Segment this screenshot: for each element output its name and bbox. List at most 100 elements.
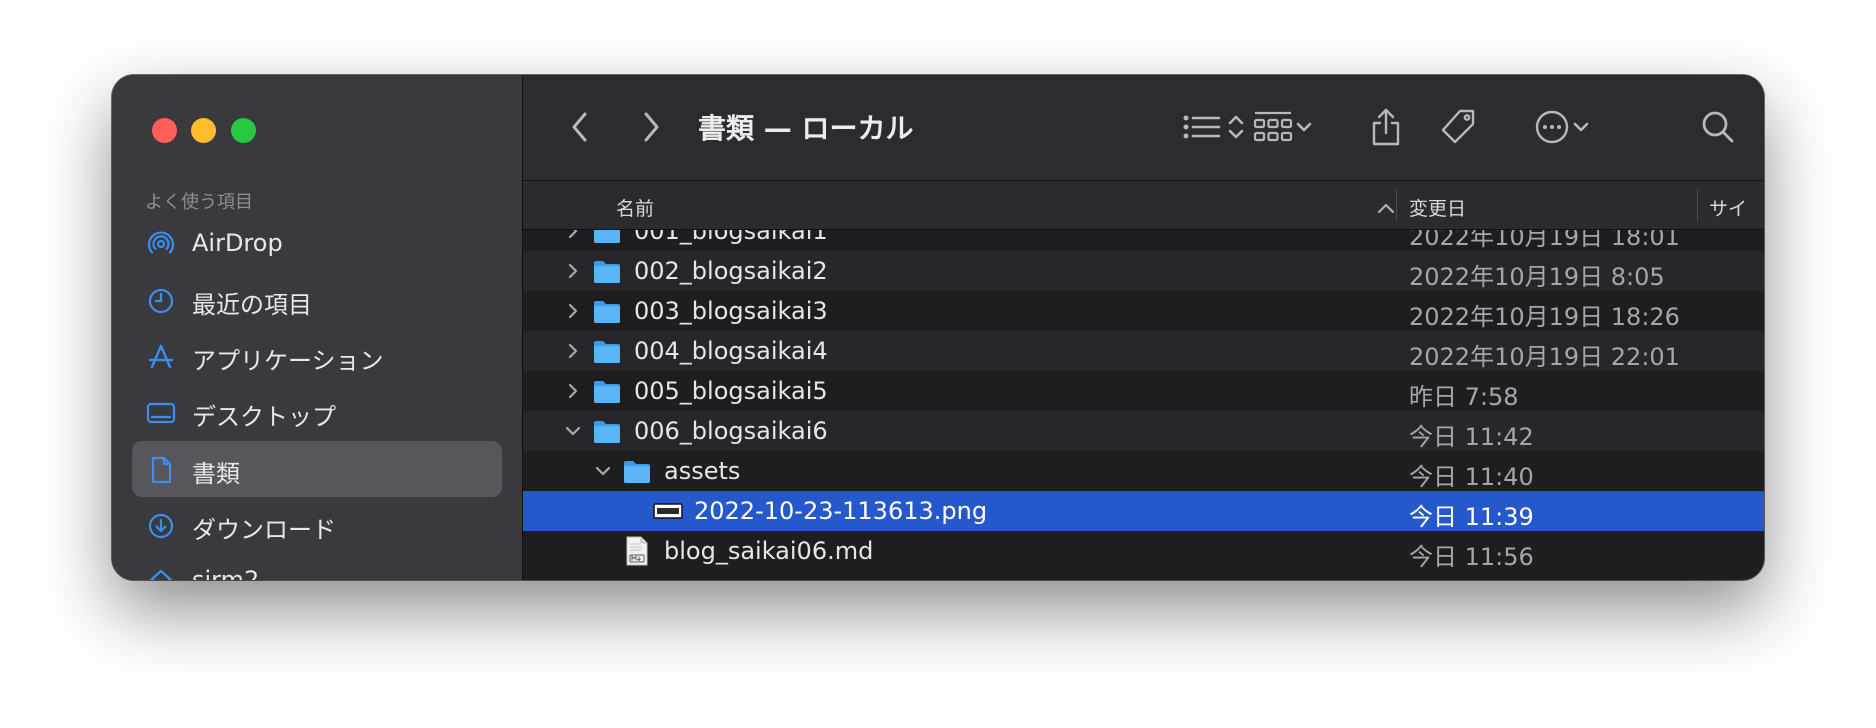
column-name-header[interactable]: 名前 [616,194,654,221]
sidebar-item-label: ダウンロード [192,516,336,544]
column-modified-header[interactable]: 変更日 [1409,194,1466,221]
folder-icon [623,458,651,484]
list-view-icon [1182,111,1226,143]
file-row[interactable]: assets 今日 11:40 [523,451,1764,491]
file-name: 2022-10-23-113613.png [694,497,988,525]
share-icon [1369,107,1403,147]
sidebar-item-label: アプリケーション [192,347,384,375]
zoom-window-button[interactable] [231,118,256,143]
sidebar-item-applications[interactable]: アプリケーション [132,328,502,384]
back-button[interactable] [565,107,595,147]
file-row[interactable]: 006_blogsaikai6 今日 11:42 [523,411,1764,451]
folder-icon [593,230,621,244]
file-name: 005_blogsaikai5 [634,377,828,405]
sidebar-item-documents[interactable]: 書類 [132,441,502,497]
finder-window: よく使う項目 AirDrop 最近の項目 アプリケーション デスクトップ 書類 … [112,75,1764,580]
disclosure-chevron-down-icon[interactable] [595,463,611,479]
sort-ascending-icon[interactable] [1377,199,1395,218]
chevron-down-icon [1570,117,1592,137]
column-header: 名前 変更日 サイ [523,181,1764,230]
close-window-button[interactable] [152,118,177,143]
airdrop-icon [146,230,176,260]
file-modified: 今日 11:39 [1409,503,1534,531]
chevron-left-icon [570,111,590,143]
sidebar-item-label: sirm2 [192,566,260,580]
file-row[interactable]: 004_blogsaikai4 2022年10月19日 22:01 [523,331,1764,371]
disclosure-chevron-right-icon[interactable] [565,343,581,359]
file-name: 004_blogsaikai4 [634,337,828,365]
applications-icon [146,342,176,372]
disclosure-chevron-right-icon[interactable] [565,230,581,239]
file-modified: 2022年10月19日 22:01 [1409,343,1680,371]
ellipsis-circle-icon [1534,109,1570,145]
column-divider[interactable] [1396,189,1397,221]
file-row[interactable]: 001_blogsaikai1 2022年10月19日 18:01 [523,230,1764,251]
disclosure-chevron-right-icon[interactable] [565,383,581,399]
sidebar-item-label: 最近の項目 [192,291,312,319]
sidebar-item-label: AirDrop [192,229,283,257]
tag-icon [1438,107,1478,147]
desktop-icon [146,398,176,428]
sidebar-item-airdrop[interactable]: AirDrop [132,216,502,272]
up-down-chevron-icon [1226,111,1246,143]
file-modified: 2022年10月19日 8:05 [1409,263,1665,291]
file-name: 001_blogsaikai1 [634,230,828,245]
file-modified: 今日 11:42 [1409,423,1534,451]
tag-button[interactable] [1438,107,1478,147]
sidebar-section-favorites: よく使う項目 [145,192,253,213]
file-modified: 2022年10月19日 18:26 [1409,303,1680,331]
file-name: 002_blogsaikai2 [634,257,828,285]
markdown-file-icon [626,536,654,566]
search-icon [1700,109,1736,145]
window-title: 書類 — ローカル [698,112,914,145]
file-name: blog_saikai06.md [664,537,874,565]
file-row[interactable]: 005_blogsaikai5 昨日 7:58 [523,371,1764,411]
folder-icon [593,258,621,284]
forward-button[interactable] [636,107,666,147]
file-list: 001_blogsaikai1 2022年10月19日 18:01 002_bl… [523,230,1764,580]
view-mode-button[interactable] [1176,107,1251,147]
toolbar: 書類 — ローカル [523,75,1764,181]
sidebar-item-desktop[interactable]: デスクトップ [132,384,502,440]
sidebar-item-downloads[interactable]: ダウンロード [132,497,502,553]
grid-group-icon [1253,110,1293,144]
main-pane: 書類 — ローカル 名前 変更日 サイ 001_blogsaikai1 2022… [523,75,1764,580]
disclosure-chevron-right-icon[interactable] [565,303,581,319]
file-name: 003_blogsaikai3 [634,297,828,325]
chevron-down-icon [1293,117,1315,137]
file-modified: 昨日 7:58 [1409,383,1519,411]
file-modified: 今日 11:40 [1409,463,1534,491]
chevron-right-icon [641,111,661,143]
more-actions-button[interactable] [1528,107,1598,147]
search-button[interactable] [1698,107,1738,147]
share-button[interactable] [1366,107,1406,147]
folder-icon [593,298,621,324]
image-file-icon [653,503,683,529]
file-row-selected[interactable]: 2022-10-23-113613.png 今日 11:39 [523,491,1764,531]
document-icon [146,455,176,485]
download-icon [146,511,176,541]
file-row[interactable]: blog_saikai06.md 今日 11:56 [523,531,1764,571]
sidebar-item-label: 書類 [192,460,240,488]
folder-icon [593,338,621,364]
home-icon [146,567,176,580]
sidebar-item-recents[interactable]: 最近の項目 [132,272,502,328]
file-modified: 今日 11:56 [1409,543,1534,571]
file-modified: 2022年10月19日 18:01 [1409,230,1680,251]
folder-icon [593,418,621,444]
group-button[interactable] [1246,107,1321,147]
sidebar-item-label: デスクトップ [192,403,336,431]
file-name: 006_blogsaikai6 [634,417,828,445]
sidebar: よく使う項目 AirDrop 最近の項目 アプリケーション デスクトップ 書類 … [112,75,523,580]
file-row[interactable]: 002_blogsaikai2 2022年10月19日 8:05 [523,251,1764,291]
minimize-window-button[interactable] [191,118,216,143]
disclosure-chevron-down-icon[interactable] [565,423,581,439]
file-row[interactable]: 003_blogsaikai3 2022年10月19日 18:26 [523,291,1764,331]
folder-icon [593,378,621,404]
column-divider[interactable] [1697,189,1698,221]
sidebar-item-home[interactable]: sirm2 [132,553,502,580]
file-name: assets [664,457,741,485]
disclosure-chevron-right-icon[interactable] [565,263,581,279]
clock-icon [146,286,176,316]
column-size-header[interactable]: サイ [1709,194,1747,221]
